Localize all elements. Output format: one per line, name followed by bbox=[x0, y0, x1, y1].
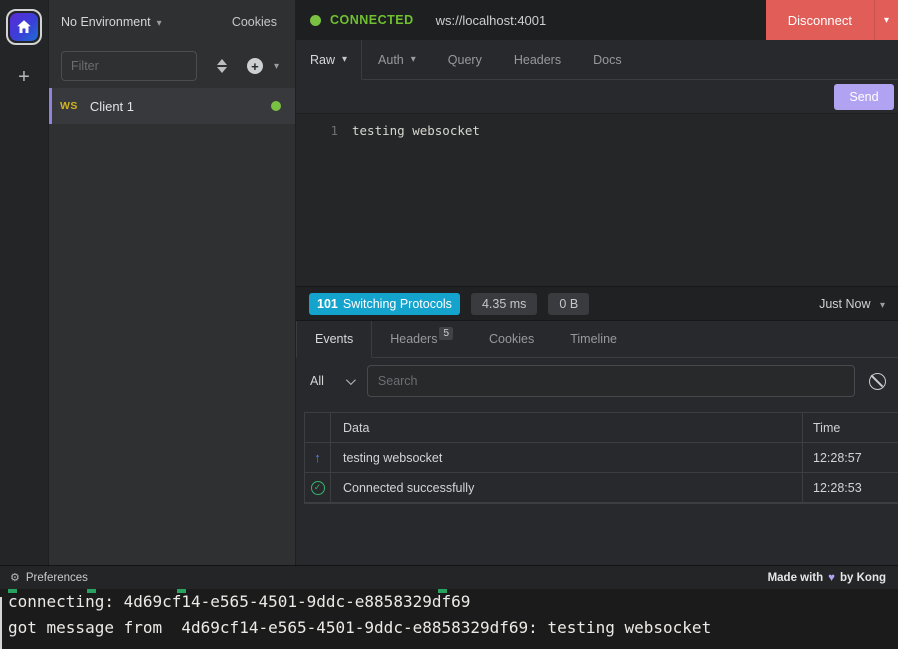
disconnect-label: Disconnect bbox=[788, 13, 852, 28]
terminal-left-edge bbox=[0, 597, 2, 649]
event-type-select[interactable]: All bbox=[308, 374, 353, 388]
environment-label: No Environment bbox=[61, 15, 151, 29]
gear-icon: ⚙ bbox=[10, 571, 20, 584]
add-request-button[interactable]: + ▾ bbox=[247, 58, 283, 74]
triangle-up-icon bbox=[217, 59, 227, 65]
response-time-badge: 4.35 ms bbox=[471, 293, 537, 315]
tab-timeline[interactable]: Timeline bbox=[552, 321, 635, 358]
event-data: Connected successfully bbox=[331, 481, 802, 495]
icon-column-header bbox=[305, 413, 331, 442]
status-code-badge: 101 Switching Protocols bbox=[309, 293, 460, 315]
preferences-label: Preferences bbox=[26, 572, 88, 584]
tab-raw[interactable]: Raw▾ bbox=[296, 40, 362, 80]
triangle-down-icon bbox=[217, 67, 227, 73]
sidebar-header: No Environment ▾ Cookies bbox=[49, 0, 295, 44]
chevron-down-icon: ▾ bbox=[274, 61, 279, 72]
connection-status-label: CONNECTED bbox=[330, 13, 414, 27]
event-time: 12:28:57 bbox=[802, 443, 898, 472]
url-bar: CONNECTED ws://localhost:4001 Disconnect… bbox=[296, 0, 898, 40]
clipped-terminal-text bbox=[8, 589, 17, 593]
editor-code[interactable]: testing websocket bbox=[352, 123, 480, 286]
kong-credit: Made with ♥ by Kong bbox=[768, 572, 886, 584]
tab-headers[interactable]: Headers bbox=[498, 40, 577, 80]
chevron-down-icon: ▾ bbox=[342, 54, 347, 65]
main-row: + No Environment ▾ Cookies + ▾ bbox=[0, 0, 898, 565]
headers-count-badge: 5 bbox=[439, 327, 453, 340]
terminal-output: connecting: 4d69cf14-e565-4501-9ddc-e885… bbox=[0, 589, 898, 649]
connected-check-icon: ✓ bbox=[311, 481, 325, 495]
request-tabs: Raw▾ Auth▾ Query Headers Docs bbox=[296, 40, 898, 80]
status-text: Switching Protocols bbox=[343, 297, 452, 311]
tabstrip-filler bbox=[638, 40, 898, 80]
request-pane: CONNECTED ws://localhost:4001 Disconnect… bbox=[295, 0, 898, 565]
sidebar: No Environment ▾ Cookies + ▾ WS Client 1 bbox=[48, 0, 295, 565]
disconnect-dropdown-button[interactable]: ▾ bbox=[874, 0, 898, 40]
tab-query[interactable]: Query bbox=[432, 40, 498, 80]
status-code: 101 bbox=[317, 297, 338, 311]
clipped-terminal-text bbox=[438, 589, 447, 593]
chevron-down-icon: ▾ bbox=[157, 18, 162, 29]
chevron-down-icon bbox=[346, 375, 356, 385]
insomnia-app: + No Environment ▾ Cookies + ▾ bbox=[0, 0, 898, 649]
sort-icon[interactable] bbox=[211, 55, 233, 77]
chevron-down-icon: ▾ bbox=[880, 300, 885, 311]
tab-auth[interactable]: Auth▾ bbox=[362, 40, 432, 80]
tab-response-headers[interactable]: Headers5 bbox=[372, 321, 471, 358]
data-column-header: Data bbox=[331, 421, 802, 435]
tab-response-cookies[interactable]: Cookies bbox=[471, 321, 552, 358]
activity-rail: + bbox=[0, 0, 48, 565]
clipped-terminal-text bbox=[87, 589, 96, 593]
filter-input[interactable] bbox=[61, 51, 197, 81]
events-search-input[interactable] bbox=[367, 365, 855, 397]
chevron-down-icon: ▾ bbox=[884, 15, 889, 26]
time-column-header: Time bbox=[802, 413, 898, 442]
event-data: testing websocket bbox=[331, 451, 802, 465]
events-table: Data Time ↑ testing websocket 12:28:57 ✓… bbox=[304, 412, 898, 504]
response-empty-area bbox=[296, 504, 898, 565]
terminal-line: got message from 4d69cf14-e565-4501-9ddc… bbox=[0, 615, 898, 641]
event-row-connected[interactable]: ✓ Connected successfully 12:28:53 bbox=[305, 473, 898, 503]
request-name: Client 1 bbox=[90, 99, 259, 114]
message-editor[interactable]: 1 testing websocket bbox=[296, 114, 898, 286]
events-table-header: Data Time bbox=[305, 413, 898, 443]
tab-events[interactable]: Events bbox=[296, 321, 372, 358]
sidebar-filter-row: + ▾ bbox=[49, 44, 295, 88]
home-button[interactable] bbox=[6, 9, 42, 45]
app-footer: ⚙ Preferences Made with ♥ by Kong bbox=[0, 565, 898, 589]
plus-circle-icon: + bbox=[247, 58, 263, 74]
events-filter-row: All bbox=[296, 358, 898, 404]
event-time: 12:28:53 bbox=[802, 473, 898, 502]
send-button[interactable]: Send bbox=[834, 84, 894, 110]
connection-status-dot-icon bbox=[310, 15, 321, 26]
add-project-button[interactable]: + bbox=[18, 67, 30, 87]
heart-icon: ♥ bbox=[828, 572, 835, 584]
response-tabs: Events Headers5 Cookies Timeline bbox=[296, 321, 898, 358]
connected-dot-icon bbox=[271, 101, 281, 111]
home-icon bbox=[10, 13, 38, 41]
event-row-message-sent[interactable]: ↑ testing websocket 12:28:57 bbox=[305, 443, 898, 473]
response-history-dropdown[interactable]: Just Now ▾ bbox=[819, 297, 885, 311]
response-size-badge: 0 B bbox=[548, 293, 589, 315]
environment-dropdown[interactable]: No Environment ▾ bbox=[61, 15, 162, 29]
clipped-terminal-text bbox=[177, 589, 186, 593]
ws-method-tag: WS bbox=[60, 100, 78, 112]
sidebar-item-client-1[interactable]: WS Client 1 bbox=[49, 88, 295, 124]
preferences-button[interactable]: ⚙ Preferences bbox=[10, 571, 88, 584]
disconnect-button[interactable]: Disconnect bbox=[766, 0, 874, 40]
line-number: 1 bbox=[296, 123, 338, 286]
clear-events-icon[interactable] bbox=[869, 373, 886, 390]
websocket-url-input[interactable]: ws://localhost:4001 bbox=[436, 13, 766, 28]
response-status-bar: 101 Switching Protocols 4.35 ms 0 B Just … bbox=[296, 286, 898, 321]
tabstrip-filler bbox=[635, 321, 898, 358]
tab-docs[interactable]: Docs bbox=[577, 40, 637, 80]
send-row: Send bbox=[296, 80, 898, 114]
chevron-down-icon: ▾ bbox=[411, 54, 416, 65]
message-sent-arrow-icon: ↑ bbox=[314, 450, 321, 465]
terminal-line: connecting: 4d69cf14-e565-4501-9ddc-e885… bbox=[0, 589, 898, 615]
cookies-link[interactable]: Cookies bbox=[232, 15, 277, 29]
